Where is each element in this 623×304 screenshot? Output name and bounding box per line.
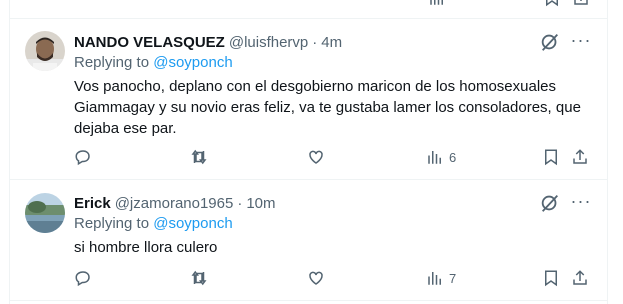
views-count: 6 bbox=[449, 149, 457, 165]
share-icon[interactable] bbox=[571, 267, 589, 289]
tweet-header: NANDO VELASQUEZ @luisfhervp · 4m bbox=[74, 32, 537, 52]
reply-icon[interactable] bbox=[74, 267, 92, 289]
retweet-icon[interactable] bbox=[190, 146, 208, 168]
replying-prefix: Replying to bbox=[74, 54, 150, 71]
timestamp[interactable]: 4m bbox=[321, 34, 342, 51]
separator: · bbox=[312, 33, 318, 51]
more-icon[interactable]: ··· bbox=[569, 192, 593, 214]
like-icon[interactable] bbox=[307, 146, 325, 168]
separator: · bbox=[237, 194, 243, 212]
replying-handle-link[interactable]: @soyponch bbox=[153, 215, 232, 232]
avatar[interactable] bbox=[25, 31, 65, 71]
tweet-text: Vos panocho, deplano con el desgobierno … bbox=[74, 78, 581, 137]
replying-prefix: Replying to bbox=[74, 215, 150, 232]
views-icon bbox=[426, 269, 444, 287]
replying-to: Replying to @soyponch bbox=[74, 215, 233, 232]
tweet-divider bbox=[9, 300, 607, 301]
user-handle[interactable]: @jzamorano1965 bbox=[115, 195, 234, 212]
views-icon bbox=[426, 148, 444, 166]
tweet-text: si hombre llora culero bbox=[74, 239, 218, 256]
views-count: 7 bbox=[449, 270, 457, 286]
views-button[interactable]: 7 bbox=[426, 267, 456, 289]
like-icon[interactable] bbox=[307, 267, 325, 289]
share-icon[interactable] bbox=[571, 146, 589, 168]
previous-tweet-actions bbox=[74, 0, 603, 7]
bookmark-icon[interactable] bbox=[542, 267, 560, 289]
bookmark-icon[interactable] bbox=[543, 0, 561, 12]
more-icon[interactable]: ··· bbox=[569, 31, 593, 53]
tweet-actions: 6 bbox=[74, 146, 597, 168]
replying-to: Replying to @soyponch bbox=[74, 54, 233, 71]
grok-icon[interactable] bbox=[539, 31, 561, 53]
display-name[interactable]: Erick bbox=[74, 195, 111, 212]
avatar[interactable] bbox=[25, 193, 65, 233]
reply-tweet[interactable]: NANDO VELASQUEZ @luisfhervp · 4m ··· Rep… bbox=[9, 19, 607, 179]
retweet-icon[interactable] bbox=[190, 267, 208, 289]
reply-tweet[interactable]: Erick @jzamorano1965 · 10m ··· Replying … bbox=[9, 180, 607, 304]
timestamp[interactable]: 10m bbox=[246, 195, 275, 212]
reply-icon[interactable] bbox=[74, 146, 92, 168]
grok-icon[interactable] bbox=[539, 192, 561, 214]
tweet-actions: 7 bbox=[74, 267, 597, 289]
views-button[interactable]: 6 bbox=[426, 146, 456, 168]
display-name[interactable]: NANDO VELASQUEZ bbox=[74, 34, 225, 51]
timeline-right-border bbox=[607, 0, 608, 304]
user-handle[interactable]: @luisfhervp bbox=[229, 34, 308, 51]
bookmark-icon[interactable] bbox=[542, 146, 560, 168]
tweet-header: Erick @jzamorano1965 · 10m bbox=[74, 193, 537, 213]
views-icon[interactable] bbox=[428, 0, 446, 12]
share-icon[interactable] bbox=[572, 0, 590, 12]
replying-handle-link[interactable]: @soyponch bbox=[153, 54, 232, 71]
